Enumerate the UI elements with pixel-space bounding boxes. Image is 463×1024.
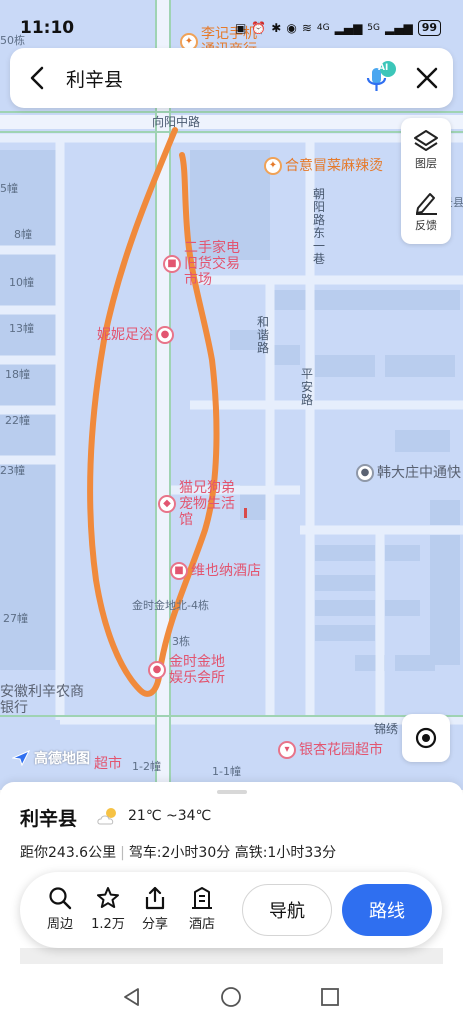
star-icon <box>97 887 119 908</box>
triangle-back-icon <box>124 988 139 1006</box>
network-type: 4G <box>316 23 330 33</box>
building-label: 22幢 <box>5 414 30 427</box>
distance-text: 距你243.6公里 <box>20 845 117 861</box>
poi-handazhuang[interactable]: ● 韩大庄中通快 <box>356 464 461 482</box>
locate-me-button[interactable] <box>402 714 450 762</box>
street-label-chaoyang: 朝阳路东一巷 <box>312 187 325 266</box>
action-bar: 周边 1.2万 分享 酒店 导航 路线 <box>20 872 442 948</box>
weather-info: 21℃ ~34℃ <box>96 806 211 826</box>
share-button[interactable]: 分享 <box>133 886 177 932</box>
circle-home-icon <box>221 987 241 1007</box>
locate-icon <box>415 727 437 749</box>
nfc-icon: ▣ <box>235 21 247 35</box>
poi-yinxing[interactable]: ▾ 银杏花园超市 <box>278 741 383 759</box>
route-button[interactable]: 路线 <box>342 884 432 936</box>
amap-logo-icon <box>12 750 30 766</box>
feedback-button[interactable]: 反馈 <box>401 182 451 242</box>
drive-time: 驾车:2小时30分 <box>128 845 231 861</box>
nav-home-button[interactable] <box>219 985 243 1009</box>
poi-weiyena[interactable]: ■ 维也纳酒店 <box>170 562 261 580</box>
poi-supermarket[interactable]: 超市 <box>94 756 122 772</box>
drag-handle[interactable] <box>217 790 247 794</box>
street-label-pingan: 平安路 <box>300 367 313 407</box>
wifi-icon: ≋ <box>301 21 312 35</box>
battery-indicator: 99 <box>417 20 441 36</box>
building-label: 18幢 <box>5 368 30 381</box>
hotel-icon: ■ <box>170 562 188 580</box>
search-query[interactable]: 利辛县 <box>66 65 123 92</box>
nav-recents-button[interactable] <box>318 985 342 1009</box>
poi-nini[interactable]: ● 妮妮足浴 <box>97 326 174 344</box>
system-nav-bar <box>0 967 463 1024</box>
building-label: 3栋 <box>172 635 190 648</box>
navigate-button[interactable]: 导航 <box>242 884 332 936</box>
bluetooth-icon: ✱ <box>271 21 282 35</box>
building-label: 27幢 <box>3 612 28 625</box>
street-label-xiangyang: 向阳中路 <box>152 115 201 129</box>
favorite-button[interactable]: 1.2万 <box>86 886 130 932</box>
shop-icon: ■ <box>163 255 181 273</box>
alarm-icon: ⏰ <box>251 21 267 35</box>
travel-info: 距你243.6公里 | 驾车:2小时30分 高铁:1小时33分 <box>20 845 337 861</box>
network-type-2: 5G <box>367 23 380 33</box>
restaurant-icon: ✦ <box>264 157 282 175</box>
building-label: 8幢 <box>14 228 32 241</box>
street-label-hexie: 和谐路 <box>256 315 269 355</box>
shopping-cart-icon: ▾ <box>278 741 296 759</box>
search-icon <box>49 887 72 910</box>
ai-badge: AI <box>378 63 389 73</box>
building-label: 13幢 <box>9 322 34 335</box>
sun-cloud-icon <box>97 808 116 825</box>
ai-voice-button[interactable]: AI <box>361 48 401 108</box>
nav-back-button[interactable] <box>120 985 144 1009</box>
poi-heyi[interactable]: ✦ 合意冒菜麻辣烫 <box>264 157 383 175</box>
status-bar: 11:10 ▣ ⏰ ✱ ◉ ≋ 4G ▂▄▆ 5G ▂▄▆ 99 <box>0 14 463 42</box>
poi-jinshi[interactable]: ● 金时金地娱乐会所 <box>148 654 232 686</box>
location-icon: ◉ <box>286 21 297 35</box>
back-arrow-icon <box>30 66 44 90</box>
poi-ershou[interactable]: ■ 二手家电旧货交易市场 <box>163 240 247 288</box>
building-label: 23幢 <box>0 464 25 477</box>
image-preview-strip <box>20 948 443 964</box>
nearby-button[interactable]: 周边 <box>38 886 82 932</box>
place-icon: ● <box>356 464 374 482</box>
building-label: 1-2幢 <box>132 760 161 773</box>
layers-button[interactable]: 图层 <box>401 120 451 180</box>
close-button[interactable] <box>401 48 453 108</box>
spa-icon: ● <box>156 326 174 344</box>
map-tools-panel: 图层 反馈 <box>401 118 451 244</box>
map-canvas[interactable]: 向阳中路 朝阳路东一巷 和谐路 平安路 锦绣 50栋 5幢 8幢 10幢 13幢… <box>0 0 463 790</box>
amap-logo: 高德地图 <box>12 748 90 768</box>
search-bar[interactable]: 利辛县 AI <box>10 48 453 108</box>
pet-shop-icon: ◆ <box>158 495 176 513</box>
poi-maoxiong[interactable]: ◆ 猫兄狗弟宠物生活馆 <box>158 480 242 528</box>
share-icon <box>145 886 165 910</box>
square-recents-icon <box>321 988 339 1006</box>
building-label: 10幢 <box>9 276 34 289</box>
building-label: 金时金地北-4栋 <box>132 599 209 612</box>
poi-anhui-bank[interactable]: 安徽利辛农商银行 <box>0 684 84 716</box>
back-button[interactable] <box>10 48 66 108</box>
layers-icon <box>414 130 438 151</box>
entertainment-icon: ● <box>148 661 166 679</box>
building-label: 5幢 <box>0 182 18 195</box>
close-icon <box>416 67 438 89</box>
place-name: 利辛县 <box>20 808 78 830</box>
street-label-jinxiu: 锦绣 <box>374 722 399 736</box>
signal-icon-2: ▂▄▆ <box>385 21 413 35</box>
status-time: 11:10 <box>20 18 75 38</box>
rail-time: 高铁:1小时33分 <box>234 845 337 861</box>
signal-icon: ▂▄▆ <box>334 21 363 35</box>
building-icon <box>192 887 212 909</box>
hotel-button[interactable]: 酒店 <box>180 886 224 932</box>
building-label: 1-1幢 <box>212 765 241 778</box>
pen-edit-icon <box>416 193 437 215</box>
